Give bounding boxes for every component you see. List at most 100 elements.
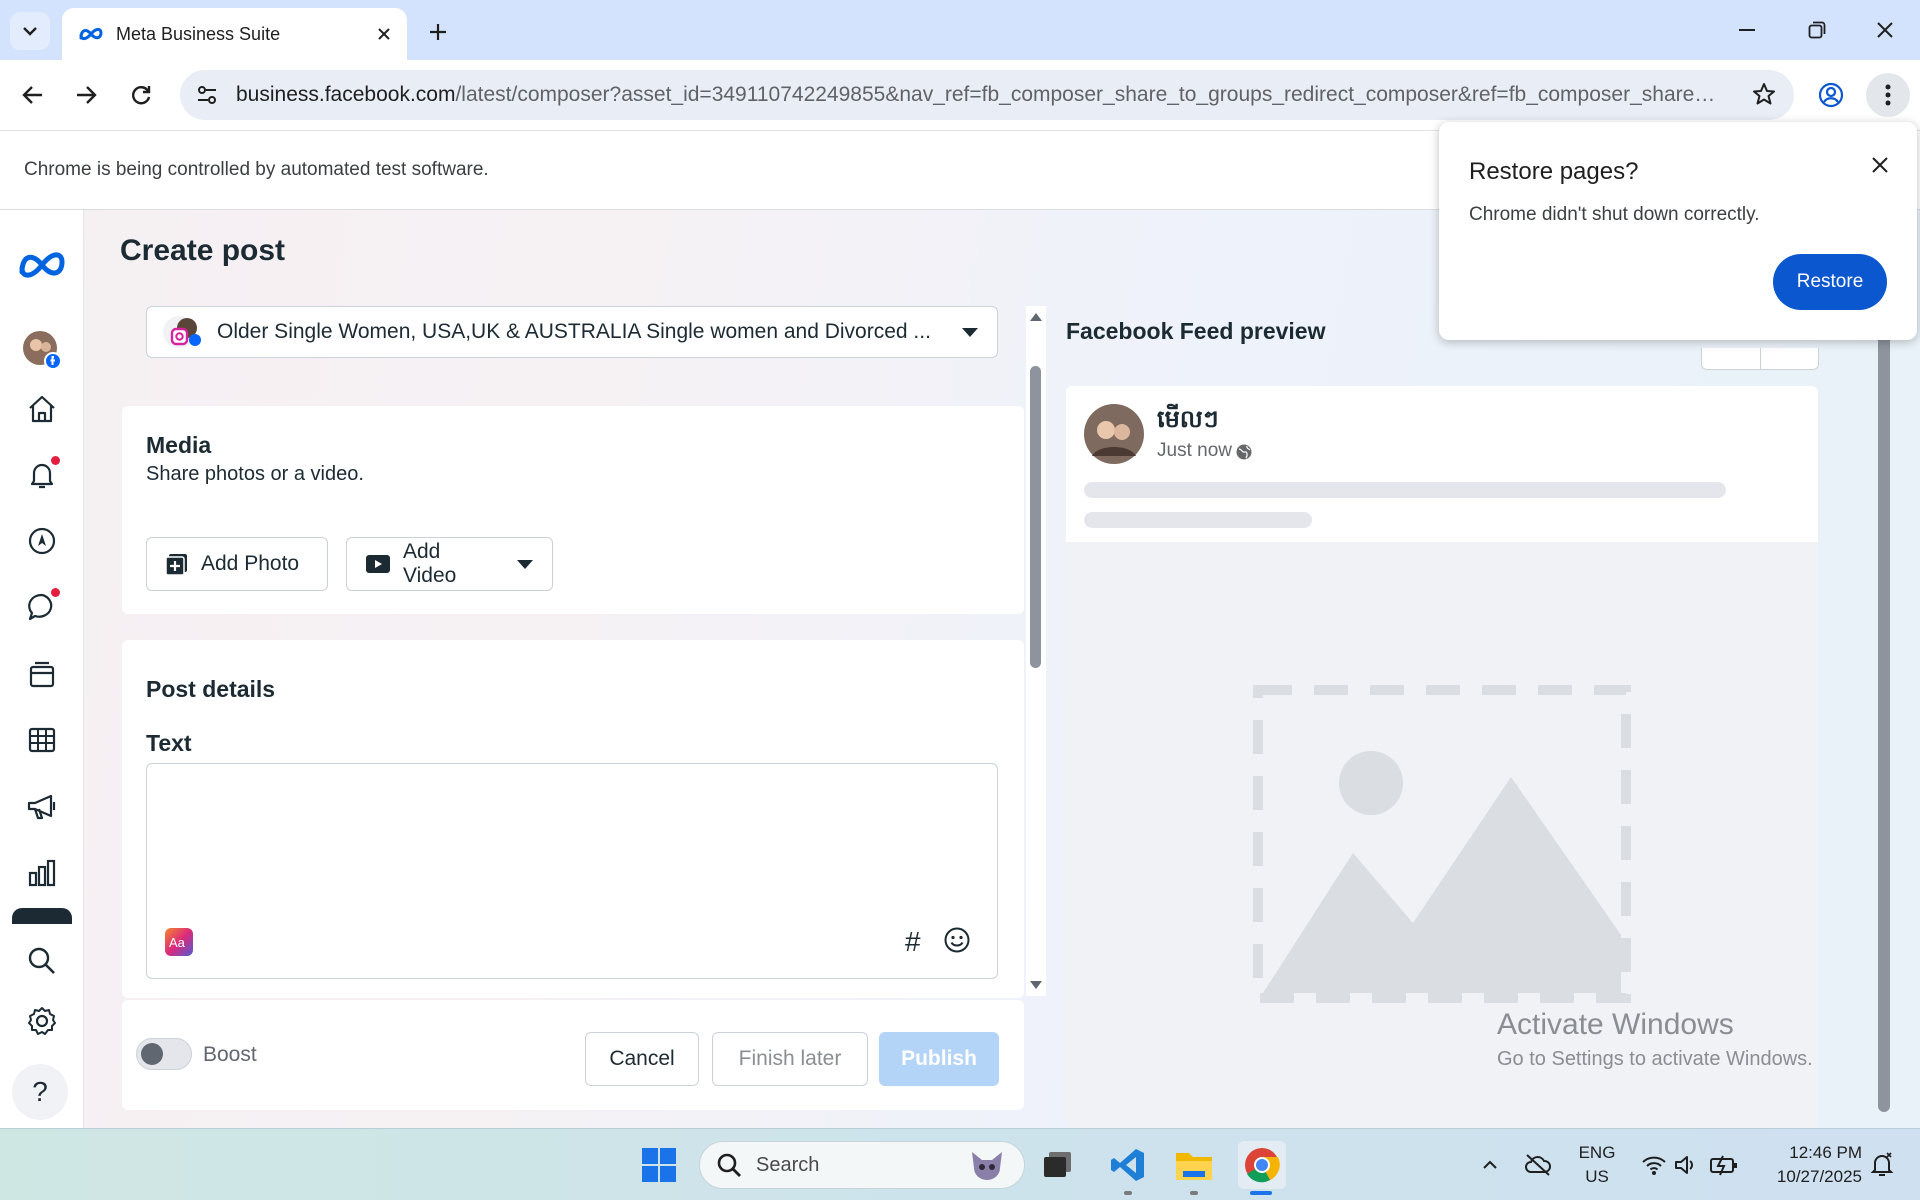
- new-tab-button[interactable]: [420, 14, 456, 50]
- meta-logo[interactable]: [19, 244, 65, 286]
- finish-later-button[interactable]: Finish later: [712, 1032, 868, 1086]
- post-text-input[interactable]: Aa #: [146, 763, 998, 979]
- tray-overflow-button[interactable]: [1468, 1143, 1512, 1187]
- chrome-taskbar-button[interactable]: [1238, 1141, 1286, 1189]
- tab-search-button[interactable]: [10, 12, 50, 50]
- add-video-label: Add Video: [403, 540, 457, 587]
- boost-toggle[interactable]: [136, 1038, 192, 1070]
- dialog-close-icon[interactable]: [1871, 156, 1889, 174]
- close-window-button[interactable]: [1850, 0, 1920, 60]
- page-scrollbar-thumb[interactable]: [1878, 330, 1890, 1112]
- reload-button[interactable]: [122, 76, 160, 114]
- nav-home[interactable]: [21, 388, 63, 430]
- left-navigation: ?: [0, 210, 84, 1128]
- scroll-up-icon[interactable]: [1029, 312, 1043, 322]
- preview-controls[interactable]: [1701, 348, 1819, 370]
- chrome-icon: [1244, 1147, 1280, 1183]
- content-stack-icon: [26, 658, 58, 690]
- page-name: មើលៗ: [1157, 406, 1219, 433]
- vscode-taskbar-button[interactable]: [1106, 1143, 1150, 1187]
- meta-infinity-icon: [16, 248, 68, 282]
- profile-button[interactable]: [1812, 76, 1850, 114]
- video-icon: [365, 554, 391, 574]
- post-timestamp: Just now: [1157, 440, 1232, 461]
- destination-selector[interactable]: Older Single Women, USA,UK & AUSTRALIA S…: [146, 306, 998, 358]
- windows-logo-icon: [641, 1147, 677, 1183]
- clock[interactable]: 12:46 PM 10/27/2025: [1752, 1141, 1862, 1189]
- emoji-icon[interactable]: [943, 926, 971, 954]
- clock-date: 10/27/2025: [1776, 1167, 1862, 1186]
- address-bar[interactable]: business.facebook.com/latest/composer?as…: [180, 70, 1794, 120]
- battery-button[interactable]: [1702, 1143, 1746, 1187]
- nav-settings[interactable]: [21, 1000, 63, 1042]
- nav-notifications[interactable]: [21, 454, 63, 496]
- restore-button[interactable]: Restore: [1773, 254, 1887, 310]
- file-explorer-button[interactable]: [1172, 1143, 1216, 1187]
- minimize-button[interactable]: [1712, 0, 1782, 60]
- back-button[interactable]: [14, 76, 52, 114]
- image-placeholder-icon: [1253, 685, 1631, 1003]
- forward-button[interactable]: [67, 76, 105, 114]
- page-title: Create post: [120, 234, 286, 267]
- restore-pages-dialog: Restore pages? Chrome didn't shut down c…: [1439, 122, 1917, 340]
- megaphone-icon: [25, 791, 59, 823]
- dialog-message: Chrome didn't shut down correctly.: [1469, 204, 1760, 225]
- taskbar-search[interactable]: Search: [699, 1141, 1025, 1189]
- nav-help[interactable]: ?: [12, 1064, 68, 1120]
- infobar-text: Chrome is being controlled by automated …: [24, 159, 489, 180]
- nav-ads[interactable]: [21, 786, 63, 828]
- task-view-button[interactable]: [1036, 1143, 1080, 1187]
- nav-inbox[interactable]: [21, 586, 63, 628]
- caret-down-icon: [516, 559, 534, 570]
- hashtag-icon[interactable]: #: [905, 926, 921, 958]
- nav-insights[interactable]: [21, 852, 63, 894]
- cancel-button[interactable]: Cancel: [585, 1032, 699, 1086]
- restore-window-button[interactable]: [1782, 0, 1852, 60]
- dialog-title: Restore pages?: [1469, 158, 1639, 185]
- add-photo-button[interactable]: Add Photo: [146, 537, 328, 591]
- notification-dot: [51, 456, 60, 465]
- media-title: Media: [146, 432, 212, 458]
- chrome-active-indicator: [1250, 1191, 1272, 1195]
- url-text[interactable]: business.facebook.com/latest/composer?as…: [236, 83, 1726, 107]
- nav-all-tools[interactable]: [21, 719, 63, 761]
- text-style-icon[interactable]: Aa: [165, 928, 193, 956]
- region-code: US: [1585, 1167, 1609, 1186]
- minimize-icon: [1739, 29, 1755, 31]
- bookmark-star-icon[interactable]: [1752, 82, 1776, 106]
- arrow-right-icon: [75, 85, 97, 105]
- composer-scroll-thumb[interactable]: [1030, 366, 1041, 668]
- meta-logo-icon: [78, 26, 104, 42]
- add-video-button[interactable]: Add Video: [346, 537, 553, 591]
- speaker-icon: [1674, 1154, 1698, 1176]
- cloud-offline-icon: [1524, 1153, 1552, 1177]
- browser-tab-active[interactable]: Meta Business Suite: [62, 8, 407, 60]
- browser-tab-strip: Meta Business Suite: [0, 0, 1920, 60]
- publish-button[interactable]: Publish: [879, 1032, 999, 1086]
- home-icon: [26, 393, 58, 425]
- scroll-down-icon[interactable]: [1029, 980, 1043, 990]
- composer-scrollbar[interactable]: [1026, 306, 1046, 996]
- start-button[interactable]: [637, 1143, 681, 1187]
- boost-label: Boost: [203, 1043, 257, 1066]
- nav-search[interactable]: [21, 940, 63, 982]
- help-icon: ?: [32, 1076, 48, 1107]
- account-avatar[interactable]: [21, 329, 63, 371]
- activate-windows-watermark: Activate Windows Go to Settings to activ…: [1497, 1008, 1813, 1071]
- chrome-menu-button[interactable]: [1866, 73, 1910, 117]
- language-indicator[interactable]: ENG US: [1572, 1141, 1622, 1189]
- notifications-button[interactable]: [1860, 1143, 1904, 1187]
- site-info-icon[interactable]: [196, 85, 218, 105]
- page-avatar: [1084, 404, 1144, 464]
- business-suite-page: ? Create post Older Single Women, USA,UK…: [0, 210, 1920, 1128]
- nav-content[interactable]: [21, 653, 63, 695]
- watermark-line-1: Activate Windows: [1497, 1008, 1734, 1041]
- windows-taskbar: Search ENG US 12:46 PM 10/27/2025: [0, 1128, 1920, 1200]
- post-details-title: Post details: [146, 676, 276, 702]
- nav-planner[interactable]: [21, 520, 63, 562]
- tab-close-icon[interactable]: [377, 27, 391, 41]
- inbox-dot: [51, 588, 60, 597]
- onedrive-status-button[interactable]: [1516, 1143, 1560, 1187]
- explorer-running-indicator: [1190, 1191, 1198, 1195]
- svg-text:Aa: Aa: [169, 935, 186, 950]
